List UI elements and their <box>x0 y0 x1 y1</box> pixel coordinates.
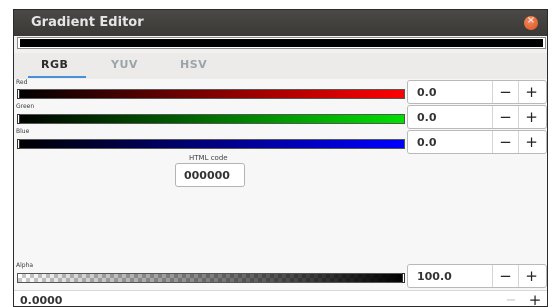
html-code-label: HTML code <box>189 154 228 162</box>
window-title: Gradient Editor <box>31 15 144 30</box>
green-label: Green <box>16 103 35 110</box>
stop-position-decrement-button: − <box>505 293 517 307</box>
blue-increment-button[interactable]: + <box>518 131 544 153</box>
alpha-label: Alpha <box>16 262 34 269</box>
alpha-spinbox: 100.0 − + <box>407 264 547 288</box>
red-label: Red <box>16 79 28 86</box>
blue-spinbox: 0.0 − + <box>407 130 547 154</box>
blue-decrement-button[interactable]: − <box>492 131 518 153</box>
stop-position-spinbox: 0.0000 − + <box>14 290 547 307</box>
alpha-slider-handle[interactable] <box>402 273 405 283</box>
alpha-increment-button[interactable]: + <box>518 265 544 287</box>
green-slider[interactable] <box>17 114 405 124</box>
blue-value[interactable]: 0.0 <box>417 136 437 149</box>
red-decrement-button[interactable]: − <box>492 81 518 103</box>
gradient-preview-fill <box>20 39 543 47</box>
tab-rgb[interactable]: RGB <box>41 58 68 71</box>
alpha-value[interactable]: 100.0 <box>417 270 452 283</box>
stop-position-increment-button[interactable]: + <box>523 291 547 306</box>
tab-bar: RGB YUV HSV <box>14 53 547 79</box>
red-increment-button[interactable]: + <box>518 81 544 103</box>
blue-slider-handle[interactable] <box>17 139 20 149</box>
close-icon: × <box>526 15 536 26</box>
red-value[interactable]: 0.0 <box>417 86 437 99</box>
gradient-preview[interactable] <box>17 37 546 49</box>
green-value[interactable]: 0.0 <box>417 111 437 124</box>
tab-yuv[interactable]: YUV <box>111 58 138 71</box>
green-slider-handle[interactable] <box>17 114 20 124</box>
alpha-slider[interactable] <box>17 273 405 283</box>
title-bar: Gradient Editor × <box>14 10 547 36</box>
close-button[interactable]: × <box>524 15 538 30</box>
rgb-panel: Red 0.0 − + Green 0.0 − + Blue 0.0 − + H… <box>14 79 547 307</box>
blue-slider[interactable] <box>17 139 405 149</box>
gradient-editor-window: Gradient Editor × RGB YUV HSV Red 0.0 − … <box>13 9 548 307</box>
html-code-input[interactable]: 000000 <box>175 163 245 187</box>
red-slider[interactable] <box>17 89 405 99</box>
red-slider-handle[interactable] <box>17 89 20 99</box>
tab-hsv[interactable]: HSV <box>180 58 207 71</box>
alpha-decrement-button[interactable]: − <box>492 265 518 287</box>
green-increment-button[interactable]: + <box>518 106 544 128</box>
active-tab-indicator <box>28 76 86 78</box>
stop-position-value[interactable]: 0.0000 <box>20 294 62 306</box>
green-spinbox: 0.0 − + <box>407 105 547 129</box>
green-decrement-button[interactable]: − <box>492 106 518 128</box>
red-spinbox: 0.0 − + <box>407 80 547 104</box>
blue-label: Blue <box>16 128 30 135</box>
